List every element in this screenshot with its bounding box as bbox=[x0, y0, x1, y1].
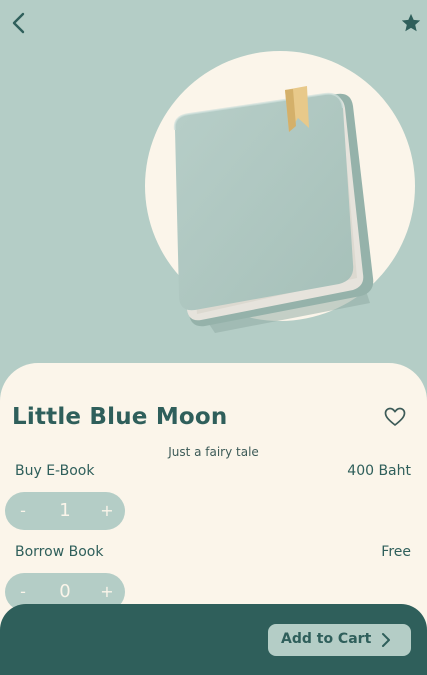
heart-outline-icon bbox=[384, 407, 406, 426]
ebook-quantity: 1 bbox=[59, 500, 71, 521]
chevron-left-icon bbox=[12, 12, 25, 34]
book-subtitle: Just a fairy tale bbox=[168, 445, 259, 459]
add-to-cart-label: Add to Cart bbox=[281, 631, 372, 647]
book-title: Little Blue Moon bbox=[12, 404, 228, 430]
borrow-label: Borrow Book bbox=[15, 544, 104, 560]
borrow-increase-button[interactable]: + bbox=[100, 582, 114, 601]
book-cover-image bbox=[165, 78, 385, 338]
star-icon bbox=[401, 13, 421, 32]
like-button[interactable] bbox=[383, 405, 407, 429]
favorite-button[interactable] bbox=[400, 12, 422, 34]
ebook-quantity-stepper: - 1 + bbox=[5, 492, 125, 530]
ebook-label: Buy E-Book bbox=[15, 463, 95, 479]
borrow-price: Free bbox=[381, 544, 411, 560]
ebook-decrease-button[interactable]: - bbox=[16, 501, 30, 520]
ebook-price: 400 Baht bbox=[347, 463, 411, 479]
chevron-right-icon bbox=[382, 633, 390, 647]
ebook-increase-button[interactable]: + bbox=[100, 501, 114, 520]
borrow-decrease-button[interactable]: - bbox=[16, 582, 30, 601]
borrow-quantity: 0 bbox=[59, 581, 71, 602]
add-to-cart-button[interactable]: Add to Cart bbox=[268, 624, 411, 656]
back-button[interactable] bbox=[8, 10, 30, 36]
